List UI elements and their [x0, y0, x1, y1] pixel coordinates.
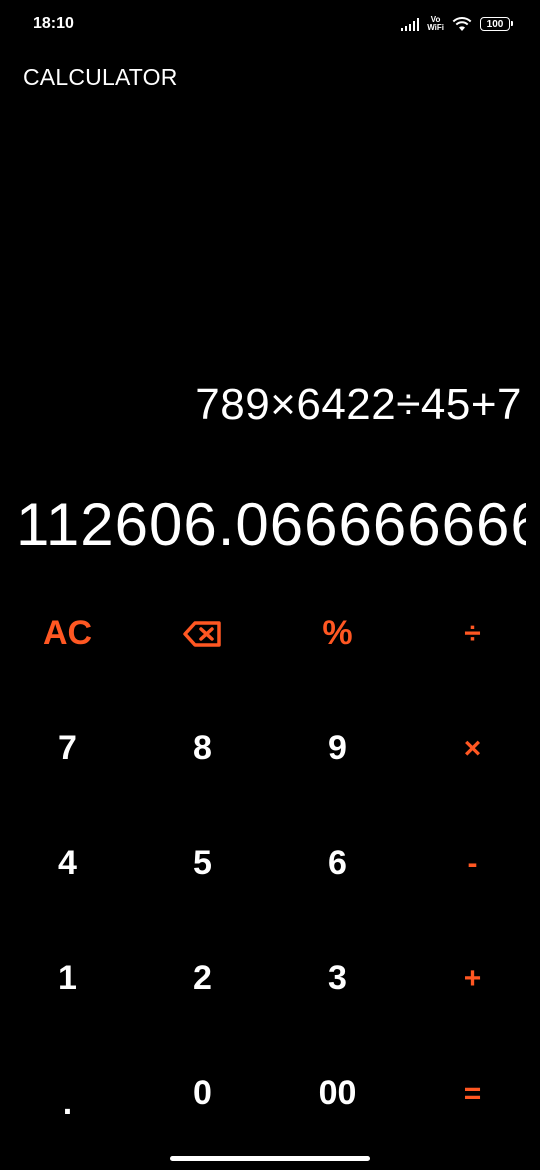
- backspace-button[interactable]: [135, 576, 270, 691]
- app-title: CALCULATOR: [23, 64, 178, 90]
- expression-display: 789×6422÷45+7: [195, 380, 522, 429]
- status-time: 18:10: [33, 15, 74, 32]
- digit-9-button[interactable]: 9: [270, 691, 405, 806]
- digit-7-button[interactable]: 7: [0, 691, 135, 806]
- battery-icon: 100: [480, 17, 513, 31]
- digit-5-button[interactable]: 5: [135, 806, 270, 921]
- backspace-icon: [182, 620, 223, 648]
- multiply-button[interactable]: ×: [405, 691, 540, 806]
- decimal-point-label: .: [62, 1084, 73, 1122]
- status-bar: 18:10 Vo WiFi 100: [0, 0, 540, 50]
- decimal-point-button[interactable]: .: [0, 1036, 135, 1151]
- status-icons: Vo WiFi 100: [401, 13, 513, 35]
- digit-3-button[interactable]: 3: [270, 921, 405, 1036]
- result-value: 112606.0666666666: [16, 491, 526, 558]
- digit-8-button[interactable]: 8: [135, 691, 270, 806]
- signal-icon: [401, 17, 420, 31]
- digit-6-button[interactable]: 6: [270, 806, 405, 921]
- percent-button[interactable]: %: [270, 576, 405, 691]
- digit-2-button[interactable]: 2: [135, 921, 270, 1036]
- plus-button[interactable]: +: [405, 921, 540, 1036]
- keypad: AC % ÷ 7 8 9 × 4 5 6 - 1 2 3 + . 0 00 =: [0, 576, 540, 1152]
- wifi-icon: [452, 17, 472, 31]
- digit-1-button[interactable]: 1: [0, 921, 135, 1036]
- digit-0-button[interactable]: 0: [135, 1036, 270, 1151]
- vowifi-icon: Vo WiFi: [427, 16, 444, 32]
- double-zero-button[interactable]: 00: [270, 1036, 405, 1151]
- equals-button[interactable]: =: [405, 1036, 540, 1151]
- digit-4-button[interactable]: 4: [0, 806, 135, 921]
- clear-button[interactable]: AC: [0, 576, 135, 691]
- result-display: 112606.0666666666: [0, 490, 526, 560]
- divide-button[interactable]: ÷: [405, 576, 540, 691]
- minus-button[interactable]: -: [405, 806, 540, 921]
- home-indicator[interactable]: [170, 1156, 370, 1161]
- vowifi-bottom-label: WiFi: [427, 23, 444, 32]
